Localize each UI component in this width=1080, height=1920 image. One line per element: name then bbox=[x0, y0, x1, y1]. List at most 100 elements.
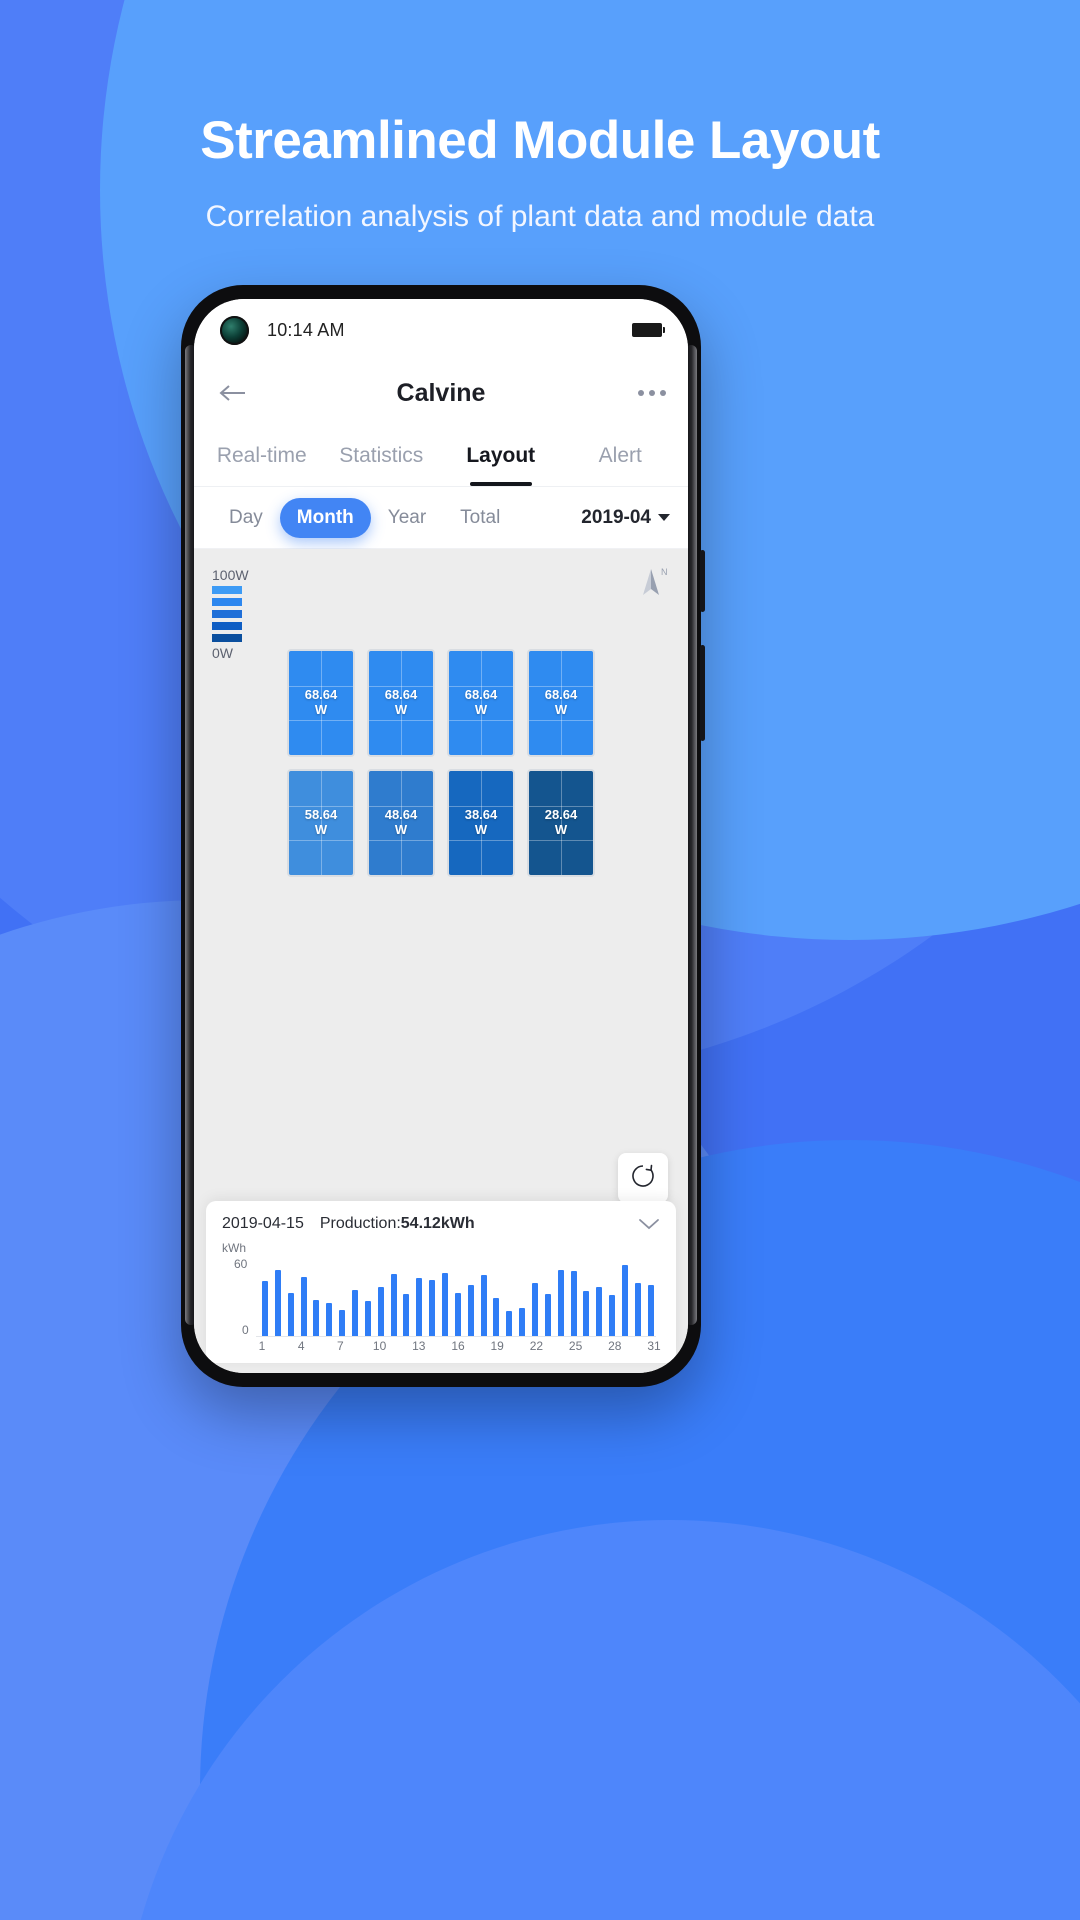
more-horizontal-icon[interactable] bbox=[638, 390, 666, 396]
chart-bar bbox=[532, 1282, 539, 1337]
module-panel[interactable]: 68.64 W bbox=[447, 649, 515, 757]
legend-min-label: 0W bbox=[212, 645, 233, 661]
chart-y-tick-max: 60 bbox=[234, 1257, 248, 1271]
production-date: 2019-04-15 bbox=[222, 1215, 304, 1232]
chart-bar bbox=[364, 1301, 371, 1337]
module-power-value: 38.64 W bbox=[464, 807, 498, 837]
daily-production-bar-chart: kWh 60 0 1 4 7 10 13 16 19 22 25 28 31 bbox=[222, 1241, 661, 1353]
period-filter-bar: Day Month Year Total 2019-04 bbox=[194, 487, 688, 549]
chart-x-tick: 25 bbox=[568, 1339, 583, 1353]
volume-button[interactable] bbox=[700, 645, 705, 741]
chart-x-tick: 16 bbox=[451, 1339, 465, 1353]
production-card: 2019-04-15 Production:54.12kWh kWh 60 0 … bbox=[206, 1201, 676, 1363]
chart-bar bbox=[454, 1292, 461, 1337]
chart-x-tick: 22 bbox=[529, 1339, 544, 1353]
chart-bar bbox=[557, 1269, 564, 1337]
chart-bar bbox=[544, 1294, 551, 1337]
module-panel[interactable]: 48.64 W bbox=[367, 769, 435, 877]
chart-x-tick: 28 bbox=[608, 1339, 622, 1353]
chart-bar bbox=[506, 1311, 513, 1337]
chart-bar bbox=[647, 1285, 654, 1337]
legend-swatch-0 bbox=[212, 586, 242, 594]
chart-bar bbox=[339, 1309, 346, 1337]
module-power-value: 68.64 W bbox=[464, 687, 498, 717]
module-row: 58.64 W 48.64 W 38.64 W 28.64 W bbox=[287, 769, 595, 877]
chart-x-tick-labels: 1 4 7 10 13 16 19 22 25 28 31 bbox=[258, 1339, 661, 1357]
refresh-button[interactable] bbox=[618, 1153, 668, 1203]
period-chip-total[interactable]: Total bbox=[443, 498, 517, 538]
tab-statistics[interactable]: Statistics bbox=[322, 425, 442, 486]
period-chip-month[interactable]: Month bbox=[279, 497, 371, 538]
module-power-value: 68.64 W bbox=[384, 687, 418, 717]
chart-bar bbox=[262, 1281, 268, 1337]
module-layout-canvas[interactable]: 100W 0W N 68.64 W 68.64 W 68.64 W 68.64 W 58.64 W… bbox=[194, 549, 688, 1373]
chart-bar bbox=[274, 1269, 281, 1337]
chevron-down-icon bbox=[658, 514, 670, 521]
production-card-header[interactable]: 2019-04-15 Production:54.12kWh bbox=[222, 1215, 660, 1233]
power-legend: 100W 0W bbox=[212, 567, 249, 661]
tab-alert[interactable]: Alert bbox=[561, 425, 681, 486]
chart-bar bbox=[390, 1273, 397, 1337]
period-chip-year[interactable]: Year bbox=[371, 498, 443, 538]
refresh-icon bbox=[630, 1163, 656, 1194]
front-camera-icon bbox=[220, 315, 249, 345]
headline-block: Streamlined Module Layout Correlation an… bbox=[0, 111, 1080, 234]
module-power-value: 68.64 W bbox=[544, 687, 578, 717]
module-panel[interactable]: 68.64 W bbox=[287, 649, 355, 757]
chart-bars bbox=[262, 1251, 654, 1337]
status-bar: 10:14 AM bbox=[194, 299, 688, 361]
chart-bar bbox=[493, 1298, 500, 1337]
chart-bar bbox=[634, 1282, 641, 1337]
module-power-value: 48.64 W bbox=[384, 807, 418, 837]
phone-screen: 10:14 AM Calvine Real-time Statistics La… bbox=[194, 299, 688, 1373]
chart-x-tick: 1 bbox=[258, 1339, 266, 1353]
module-panel[interactable]: 38.64 W bbox=[447, 769, 515, 877]
chart-bar bbox=[442, 1272, 449, 1337]
tab-layout[interactable]: Layout bbox=[441, 425, 561, 486]
module-panel[interactable]: 28.64 W bbox=[527, 769, 595, 877]
tab-real-time[interactable]: Real-time bbox=[202, 425, 322, 486]
period-chip-day[interactable]: Day bbox=[212, 498, 280, 538]
date-selector[interactable]: 2019-04 bbox=[581, 507, 670, 529]
chart-bar bbox=[352, 1289, 359, 1337]
module-panel[interactable]: 68.64 W bbox=[527, 649, 595, 757]
chevron-down-icon[interactable] bbox=[638, 1218, 660, 1231]
module-panel[interactable]: 68.64 W bbox=[367, 649, 435, 757]
legend-color-scale bbox=[212, 586, 249, 642]
chart-x-axis bbox=[256, 1336, 656, 1337]
chart-bar bbox=[622, 1265, 629, 1337]
chart-bar bbox=[300, 1276, 307, 1337]
module-power-value: 68.64 W bbox=[304, 687, 338, 717]
power-button[interactable] bbox=[700, 550, 705, 612]
page-subtitle: Correlation analysis of plant data and m… bbox=[205, 200, 875, 234]
legend-swatch-2 bbox=[212, 610, 242, 618]
tab-bar: Real-time Statistics Layout Alert bbox=[194, 425, 688, 487]
chart-bar bbox=[403, 1294, 410, 1337]
legend-swatch-1 bbox=[212, 598, 242, 606]
chart-x-tick: 7 bbox=[337, 1339, 344, 1353]
chart-y-tick-min: 0 bbox=[242, 1323, 249, 1337]
module-grid: 68.64 W 68.64 W 68.64 W 68.64 W 58.64 W 48.64 W 38.6… bbox=[287, 649, 595, 877]
chart-bar bbox=[429, 1279, 436, 1337]
module-power-value: 58.64 W bbox=[304, 807, 338, 837]
chart-x-tick: 31 bbox=[647, 1339, 661, 1353]
chart-bar bbox=[377, 1286, 384, 1337]
status-bar-clock: 10:14 AM bbox=[267, 319, 345, 340]
chart-x-tick: 19 bbox=[490, 1339, 504, 1353]
module-panel[interactable]: 58.64 W bbox=[287, 769, 355, 877]
page-title: Streamlined Module Layout bbox=[200, 111, 880, 170]
page-title-plant-name: Calvine bbox=[396, 378, 486, 407]
chart-x-tick: 4 bbox=[297, 1339, 305, 1353]
legend-swatch-3 bbox=[212, 622, 242, 630]
chart-bar bbox=[570, 1271, 577, 1337]
chart-bar bbox=[287, 1292, 294, 1337]
chart-bar bbox=[467, 1285, 474, 1337]
back-arrow-icon[interactable] bbox=[216, 381, 250, 405]
battery-full-icon bbox=[632, 323, 665, 337]
module-row: 68.64 W 68.64 W 68.64 W 68.64 W bbox=[287, 649, 595, 757]
app-nav-bar: Calvine bbox=[194, 361, 688, 425]
chart-bar bbox=[480, 1275, 487, 1337]
chart-bar bbox=[313, 1299, 320, 1337]
status-bar-indicators bbox=[632, 323, 665, 337]
chart-y-axis-unit: kWh bbox=[222, 1241, 246, 1255]
